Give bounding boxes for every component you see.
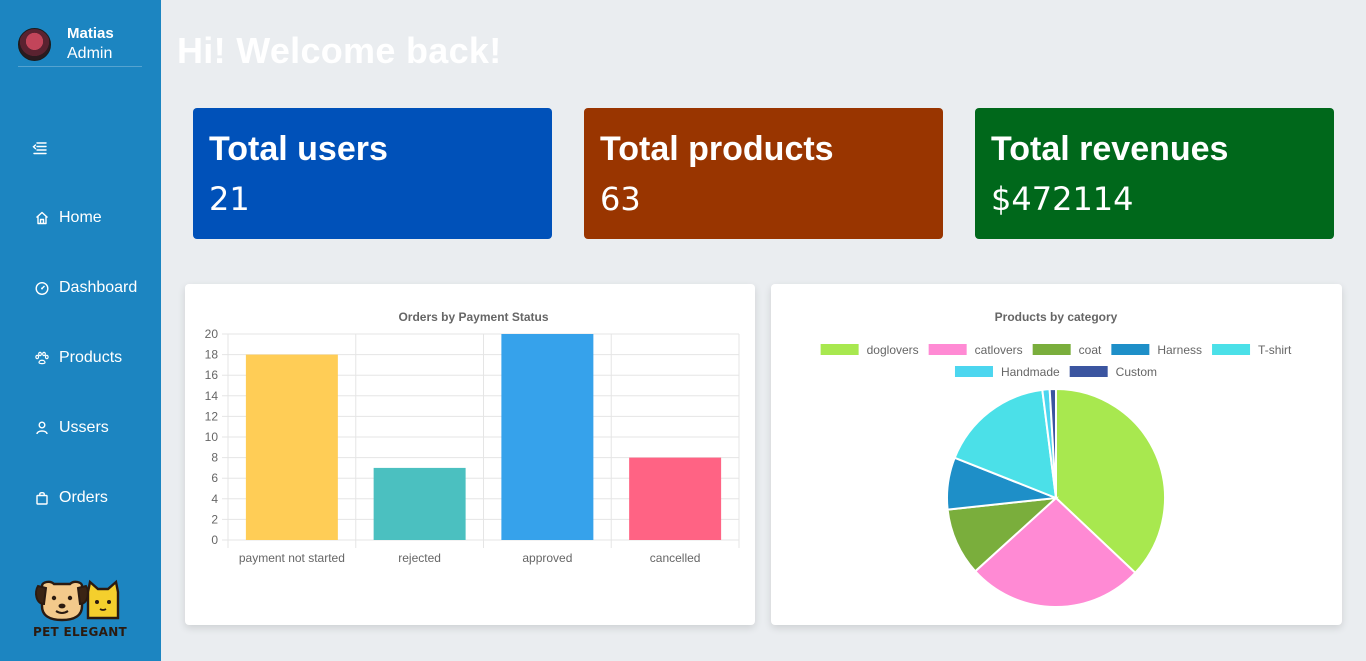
page-title: Hi! Welcome back! [177,30,502,71]
products-chart-panel: Products by category doglovers catlovers co… [771,284,1342,625]
card-value: 63 [600,180,641,218]
y-tick-label: 10 [205,430,219,444]
y-tick-label: 2 [211,512,218,526]
legend-item-catlovers: catlovers [928,343,1023,357]
legend-swatch [1212,344,1251,355]
user-role: Admin [67,45,113,62]
legend-item-coat: coat [1032,343,1102,357]
total-users-card: Total users 21 [193,108,552,239]
chart-title: Products by category [995,310,1118,324]
legend-label: coat [1079,343,1102,357]
legend-label: catlovers [975,343,1023,357]
y-tick-label: 0 [211,533,218,547]
y-tick-label: 20 [205,327,219,341]
sidebar-item-label: Ussers [59,419,109,436]
sidebar-item-label: Home [59,209,102,226]
legend-item-T-shirt: T-shirt [1212,343,1292,357]
brand-name: PET ELEGANT [32,625,128,639]
sidebar-item-orders[interactable]: Orders [34,487,108,509]
legend-label: Handmade [1001,365,1060,379]
orders-chart-panel: Orders by Payment Status 0 2 4 6 8 10 12 14 16 18 2… [185,284,755,625]
sidebar-item-label: Dashboard [59,279,138,296]
legend-swatch [1069,366,1108,377]
legend-swatch [928,344,967,355]
y-tick-label: 16 [205,368,219,382]
total-products-card: Total products 63 [584,108,943,239]
y-tick-label: 6 [211,471,218,485]
legend-label: Custom [1116,365,1157,379]
card-title: Total users [209,130,388,168]
bar-approved [501,334,594,540]
sidebar-item-label: Orders [59,489,108,506]
legend-swatch [954,366,993,377]
bar-rejected [373,467,466,540]
bag-icon [34,490,50,506]
x-tick-label: approved [522,551,572,565]
card-value: $472114 [991,180,1134,218]
legend-swatch [1032,344,1071,355]
sidebar: Matias Admin Home Dashboard Products Uss… [0,0,161,661]
bar-cancelled [629,457,722,540]
total-revenues-card: Total revenues $472114 [975,108,1334,239]
user-name: Matias [67,25,114,42]
legend-item-Handmade: Handmade [954,365,1060,379]
pet-logo-icon [35,579,120,622]
sidebar-item-users[interactable]: Ussers [34,417,109,439]
y-tick-label: 18 [205,348,219,362]
legend-item-doglovers: doglovers [820,343,919,357]
home-icon [34,210,50,226]
legend-label: doglovers [867,343,919,357]
menu-collapse-icon[interactable] [31,140,49,156]
legend-item-Custom: Custom [1069,365,1157,379]
legend-swatch [820,344,859,355]
card-title: Total products [600,130,834,168]
card-title: Total revenues [991,130,1229,168]
x-tick-label: payment not started [239,551,345,565]
dashboard-icon [34,280,50,296]
y-tick-label: 8 [211,451,218,465]
sidebar-item-products[interactable]: Products [34,347,122,369]
bar-payment-not-started [245,354,338,540]
brand-logo[interactable]: PET ELEGANT [30,578,130,644]
user-icon [34,420,50,436]
x-tick-label: cancelled [650,551,701,565]
legend-swatch [1111,344,1150,355]
sidebar-item-dashboard[interactable]: Dashboard [34,277,137,299]
chart-title: Orders by Payment Status [398,310,548,324]
orders-bar-chart: Orders by Payment Status 0 2 4 6 8 10 12 14 16 18 2… [205,310,740,565]
y-tick-label: 12 [205,409,219,423]
user-profile[interactable]: Matias Admin [18,25,142,67]
sidebar-item-label: Products [59,349,123,366]
paw-icon [34,350,50,366]
legend-item-Harness: Harness [1111,343,1202,357]
avatar [18,28,51,61]
legend-label: Harness [1157,343,1202,357]
y-tick-label: 4 [211,492,218,506]
y-tick-label: 14 [205,389,219,403]
legend-label: T-shirt [1258,343,1292,357]
products-pie-chart: Products by category doglovers catlovers co… [820,310,1292,608]
x-tick-label: rejected [398,551,441,565]
card-value: 21 [209,180,250,218]
sidebar-item-home[interactable]: Home [34,207,102,229]
